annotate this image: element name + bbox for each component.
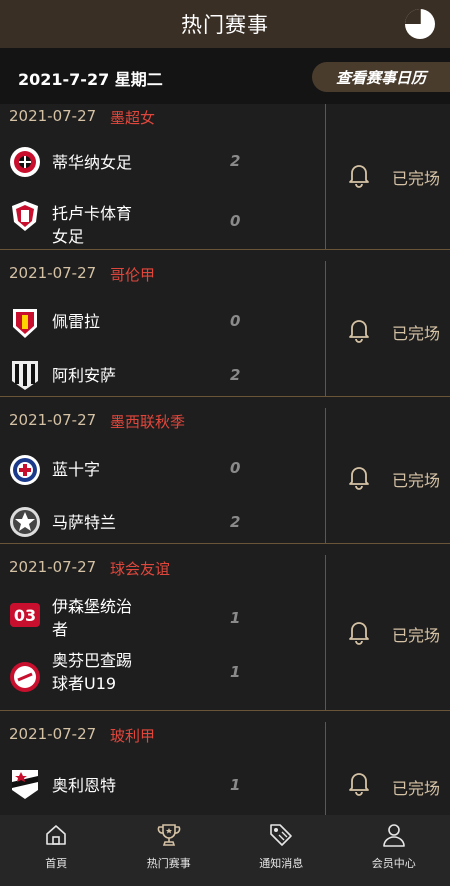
date-bar: 2021-7-27 星期二 查看赛事日历: [0, 48, 450, 104]
league-name: 墨超女: [110, 109, 156, 127]
home-team-row: 蓝十字 0: [0, 448, 325, 492]
away-score: 0: [230, 212, 241, 230]
away-team-name: 托卢卡体育女足: [52, 204, 133, 246]
away-team-row: 奥芬巴查踢球者U19 1: [0, 651, 325, 703]
tab-label: 热门赛事: [146, 857, 191, 870]
match-date: 2021-07-27: [9, 725, 97, 743]
team-logo-icon: [13, 309, 37, 338]
divider: [325, 722, 326, 815]
away-team-row: 马萨特兰 2: [0, 500, 325, 544]
away-team-row: 托卢卡体育女足 0: [0, 192, 325, 246]
home-team-name: 奥利恩特: [52, 776, 117, 795]
league-name: 哥伦甲: [110, 266, 156, 284]
away-team-name: 阿利安萨: [52, 366, 117, 385]
home-team-row: 蒂华纳女足 2: [0, 140, 325, 184]
match-card[interactable]: 2021-07-27 玻利甲 奥利恩特 1: [0, 712, 450, 815]
match-card[interactable]: 2021-07-27 哥伦甲 佩雷拉 0 阿利安萨 2 已完场: [0, 251, 450, 397]
bottom-tab-bar: 首頁 热门赛事 通知消息 会员中心: [0, 815, 450, 886]
bell-icon[interactable]: [345, 768, 373, 796]
bell-icon[interactable]: [345, 160, 373, 188]
match-date: 2021-07-27: [9, 411, 97, 429]
tab-label: 首頁: [45, 857, 68, 870]
bell-icon[interactable]: [345, 617, 373, 645]
bell-icon[interactable]: [345, 315, 373, 343]
away-score: 2: [230, 513, 241, 531]
home-team-name: 佩雷拉: [52, 312, 101, 331]
match-date: 2021-07-27: [9, 107, 97, 125]
team-logo-icon: [10, 455, 40, 485]
tab-hot-events[interactable]: 热门赛事: [113, 815, 226, 886]
bell-icon[interactable]: [345, 462, 373, 490]
user-icon: [382, 824, 405, 847]
match-status: 已完场: [392, 471, 441, 490]
team-logo-icon: [12, 361, 38, 390]
view-calendar-button[interactable]: 查看赛事日历: [312, 62, 450, 92]
away-score: 1: [230, 663, 241, 681]
pie-chart-icon[interactable]: [404, 8, 436, 40]
match-card[interactable]: 2021-07-27 墨西联秋季 蓝十字 0 马萨特兰 2 已完场: [0, 398, 450, 544]
home-team-row: 奥利恩特 1: [0, 762, 325, 806]
home-team-row: 03 伊森堡统治者 1: [0, 595, 325, 639]
away-team-row: 阿利安萨 2: [0, 353, 325, 397]
trophy-icon: [157, 824, 181, 846]
away-team-name: 马萨特兰: [52, 513, 117, 532]
current-date: 2021-7-27 星期二: [18, 70, 163, 89]
page-title: 热门赛事: [181, 13, 269, 37]
away-score: 2: [230, 366, 241, 384]
tab-home[interactable]: 首頁: [0, 815, 113, 886]
away-team-name: 奥芬巴查踢球者U19: [52, 651, 133, 693]
tab-label: 会员中心: [371, 857, 416, 870]
tab-label: 通知消息: [259, 857, 304, 870]
divider: [325, 555, 326, 711]
divider: [325, 261, 326, 397]
league-name: 球会友谊: [110, 560, 171, 578]
team-logo-icon: [10, 147, 40, 177]
league-name: 玻利甲: [110, 727, 156, 745]
home-team-name: 蓝十字: [52, 460, 101, 479]
home-score: 0: [230, 459, 241, 477]
team-logo-icon: [10, 662, 40, 692]
tab-member-center[interactable]: 会员中心: [338, 815, 450, 886]
match-card[interactable]: 2021-07-27 球会友谊 03 伊森堡统治者 1 奥芬巴查踢球者U19 1…: [0, 545, 450, 711]
home-score: 1: [230, 609, 241, 627]
match-status: 已完场: [392, 324, 441, 343]
home-team-row: 佩雷拉 0: [0, 301, 325, 345]
match-card[interactable]: 2021-07-27 墨超女 蒂华纳女足 2 托卢卡体育女足 0 已完场: [0, 104, 450, 250]
home-score: 2: [230, 152, 241, 170]
svg-text:03: 03: [14, 606, 36, 625]
league-name: 墨西联秋季: [110, 413, 186, 431]
tab-notifications[interactable]: 通知消息: [225, 815, 338, 886]
home-score: 0: [230, 312, 241, 330]
match-status: 已完场: [392, 169, 441, 188]
home-team-name: 伊森堡统治者: [52, 597, 133, 639]
app-header: 热门赛事: [0, 0, 450, 48]
divider: [325, 408, 326, 544]
match-status: 已完场: [392, 779, 441, 798]
team-logo-icon: [12, 201, 38, 231]
divider: [325, 104, 326, 250]
team-logo-icon: [12, 770, 38, 799]
match-date: 2021-07-27: [9, 558, 97, 576]
match-list: 2021-07-27 墨超女 蒂华纳女足 2 托卢卡体育女足 0 已完场 202…: [0, 104, 450, 815]
home-icon: [46, 825, 67, 845]
home-score: 1: [230, 776, 241, 794]
home-team-name: 蒂华纳女足: [52, 153, 133, 172]
team-logo-icon: 03: [10, 603, 40, 627]
tag-icon: [270, 824, 293, 846]
match-date: 2021-07-27: [9, 264, 97, 282]
team-logo-icon: [10, 507, 40, 537]
match-status: 已完场: [392, 626, 441, 645]
